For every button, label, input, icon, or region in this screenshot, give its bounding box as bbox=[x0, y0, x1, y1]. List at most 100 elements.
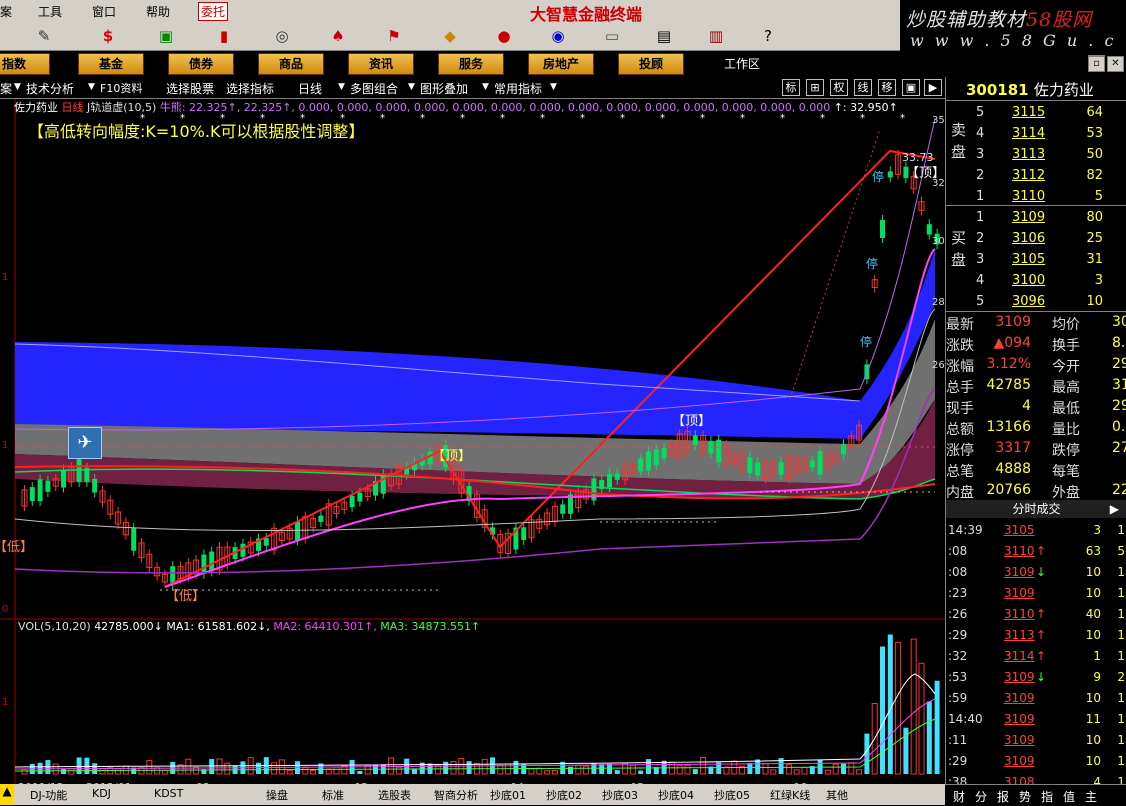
bottom-tab[interactable]: DJ-功能 bbox=[30, 787, 67, 803]
tool-mark[interactable]: 标 bbox=[782, 79, 800, 96]
tick-row[interactable]: :08 3109 ↓ 10 1 bbox=[946, 562, 1126, 583]
cat-bond[interactable]: 债券 bbox=[168, 53, 234, 75]
tick-row[interactable]: :59 3109 10 1 bbox=[946, 688, 1126, 709]
tick-row[interactable]: :29 3113 ↑ 10 1 bbox=[946, 625, 1126, 646]
bid-row[interactable]: 5 3096 10 bbox=[946, 292, 1126, 313]
tab-multi-chart[interactable]: 多图组合 bbox=[350, 80, 398, 97]
cat-advisor[interactable]: 投顾 bbox=[618, 53, 684, 75]
money-icon[interactable]: ▣ bbox=[146, 25, 186, 47]
bottom-tab[interactable]: 其他 bbox=[826, 787, 848, 803]
bottom-tab[interactable]: 红绿K线 bbox=[770, 787, 810, 803]
quote-tab[interactable]: 指 bbox=[1041, 788, 1053, 805]
bottom-tab[interactable]: KDST bbox=[154, 787, 183, 800]
tool-move[interactable]: 移 bbox=[878, 79, 896, 96]
diamond-icon[interactable]: ◆ bbox=[430, 25, 470, 47]
menu-item-help[interactable]: 帮助 bbox=[146, 3, 170, 20]
quote-tab[interactable]: 报 bbox=[997, 788, 1009, 805]
dropdown-arrow-icon[interactable]: ▼ bbox=[550, 82, 557, 92]
tick-row[interactable]: :32 3114 ↑ 1 1 bbox=[946, 646, 1126, 667]
tick-row[interactable]: :53 3109 ↓ 9 2 bbox=[946, 667, 1126, 688]
close-icon[interactable]: ✕ bbox=[1107, 56, 1124, 72]
menu-item-file[interactable]: 案 bbox=[0, 3, 12, 20]
tab-common-indicators[interactable]: 常用指标 bbox=[494, 80, 542, 97]
cat-index[interactable]: 指数 bbox=[0, 53, 50, 75]
tab-select-stock[interactable]: 选择股票 bbox=[166, 80, 214, 97]
tick-row[interactable]: :23 3109 10 1 bbox=[946, 583, 1126, 604]
bid-row[interactable]: 1 3109 80 bbox=[946, 208, 1126, 229]
quote-tab[interactable]: 分 bbox=[975, 788, 987, 805]
window-icon[interactable]: ▤ bbox=[644, 25, 684, 47]
monitor-icon[interactable]: ▭ bbox=[592, 25, 632, 47]
bird-logo-icon[interactable]: ✈ bbox=[68, 427, 102, 459]
tab-overlay[interactable]: 图形叠加 bbox=[420, 80, 468, 97]
kline-chart[interactable]: * * * * * * * * * * * * * * * * * * * * bbox=[0, 99, 945, 784]
bottom-tab[interactable]: 标准 bbox=[322, 787, 344, 803]
dropdown-arrow-icon[interactable]: ▼ bbox=[408, 82, 415, 92]
menu-item-window[interactable]: 窗口 bbox=[92, 3, 116, 20]
bid-row[interactable]: 3 3105 31 bbox=[946, 250, 1126, 271]
help-cursor-icon[interactable]: ? bbox=[748, 25, 788, 47]
cat-service[interactable]: 服务 bbox=[438, 53, 504, 75]
quote-tab[interactable]: 财 bbox=[953, 788, 965, 805]
cat-news[interactable]: 资讯 bbox=[348, 53, 414, 75]
dropdown-arrow-icon[interactable]: ▼ bbox=[338, 82, 345, 92]
bid-row[interactable]: 4 3100 3 bbox=[946, 271, 1126, 292]
stat-label: 换手 bbox=[1052, 338, 1080, 354]
tick-row[interactable]: :11 3109 10 1 bbox=[946, 730, 1126, 751]
tick-row[interactable]: 14:40 3109 11 1 bbox=[946, 709, 1126, 730]
bars-icon[interactable]: ▮ bbox=[204, 25, 244, 47]
dropdown-arrow-icon[interactable]: ▼ bbox=[88, 82, 95, 92]
circle-icon[interactable]: ◉ bbox=[538, 25, 578, 47]
dropdown-arrow-icon[interactable]: ▼ bbox=[14, 82, 21, 92]
tool-grid[interactable]: ⊞ bbox=[806, 79, 824, 96]
bid-row[interactable]: 2 3106 25 bbox=[946, 229, 1126, 250]
bottom-tab[interactable]: 抄底05 bbox=[714, 787, 750, 803]
tool-rights[interactable]: 权 bbox=[830, 79, 848, 96]
warning-icon[interactable]: ▲ bbox=[0, 784, 14, 805]
tab-select-indicator[interactable]: 选择指标 bbox=[226, 80, 274, 97]
tool-line[interactable]: 线 bbox=[854, 79, 872, 96]
pencil-icon[interactable]: ✎ bbox=[24, 25, 64, 47]
tool-next-icon[interactable]: ▶ bbox=[924, 79, 942, 96]
quote-tab[interactable]: 主 bbox=[1085, 788, 1097, 805]
tab-f10[interactable]: F10资料 bbox=[100, 80, 142, 96]
bottom-tab[interactable]: 操盘 bbox=[266, 787, 288, 803]
bottom-tab[interactable]: 抄底04 bbox=[658, 787, 694, 803]
tool-expand-icon[interactable]: ▣ bbox=[902, 79, 920, 96]
cat-realestate[interactable]: 房地产 bbox=[528, 53, 594, 75]
ask-row[interactable]: 4 3114 53 bbox=[946, 124, 1126, 145]
dropdown-arrow-icon[interactable]: ▼ bbox=[482, 82, 489, 92]
globe-icon[interactable]: ● bbox=[484, 25, 524, 47]
dollar-icon[interactable]: $ bbox=[88, 25, 128, 47]
quote-tab[interactable]: 势 bbox=[1019, 788, 1031, 805]
tab-stub[interactable]: 案 bbox=[0, 80, 12, 97]
tab-daily[interactable]: 日线 bbox=[298, 80, 322, 97]
ask-row[interactable]: 3 3113 50 bbox=[946, 145, 1126, 166]
restore-icon[interactable]: ▫ bbox=[1088, 56, 1105, 72]
tick-row[interactable]: :08 3110 ↑ 63 5 bbox=[946, 541, 1126, 562]
tab-technical[interactable]: 技术分析 bbox=[26, 80, 74, 97]
bottom-tab[interactable]: 抄底02 bbox=[546, 787, 582, 803]
play-icon[interactable]: ▶ bbox=[1110, 500, 1119, 518]
bottom-tab[interactable]: 抄底03 bbox=[602, 787, 638, 803]
cat-fund[interactable]: 基金 bbox=[78, 53, 144, 75]
menu-item-trade[interactable]: 委托 bbox=[198, 2, 229, 21]
quote-tab[interactable]: 值 bbox=[1063, 788, 1075, 805]
bottom-tab[interactable]: 抄底01 bbox=[490, 787, 526, 803]
ask-row[interactable]: 2 3112 82 bbox=[946, 166, 1126, 187]
menu-item-tools[interactable]: 工具 bbox=[38, 3, 62, 20]
tick-row[interactable]: :29 3109 10 1 bbox=[946, 751, 1126, 772]
binoculars-icon[interactable]: ◎ bbox=[262, 25, 302, 47]
tick-row[interactable]: 14:39 3105 3 1 bbox=[946, 520, 1126, 541]
ticks-header[interactable]: 分时成交 ▶ bbox=[946, 500, 1126, 518]
bottom-tab[interactable]: KDJ bbox=[92, 787, 111, 800]
ask-row[interactable]: 5 3115 64 bbox=[946, 103, 1126, 124]
bell-icon[interactable]: ♠ bbox=[318, 25, 358, 47]
bottom-tab[interactable]: 智商分析 bbox=[434, 787, 478, 803]
tick-row[interactable]: :26 3110 ↑ 40 1 bbox=[946, 604, 1126, 625]
books-icon[interactable]: ▥ bbox=[696, 25, 736, 47]
workzone-label[interactable]: 工作区 bbox=[724, 55, 760, 72]
cat-commodity[interactable]: 商品 bbox=[258, 53, 324, 75]
flag-icon[interactable]: ⚑ bbox=[374, 25, 414, 47]
bottom-tab[interactable]: 选股表 bbox=[378, 787, 411, 803]
